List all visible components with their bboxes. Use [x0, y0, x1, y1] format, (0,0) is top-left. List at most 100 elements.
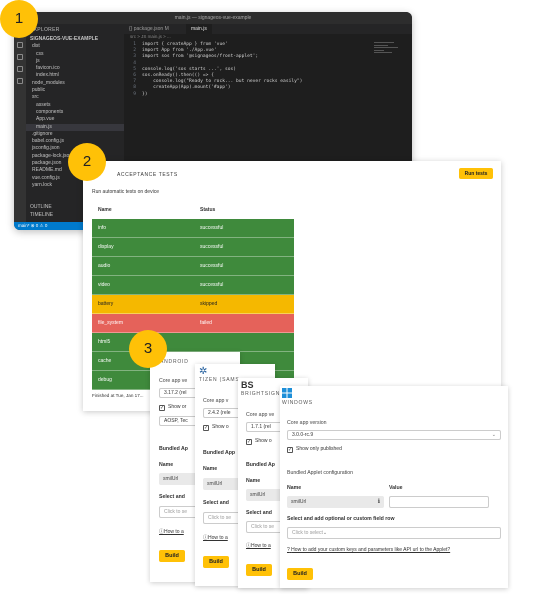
run-tests-button[interactable]: Run tests: [459, 168, 493, 179]
show-only-checkbox[interactable]: ✓ Show o: [203, 424, 229, 431]
table-header: Name Status: [92, 201, 294, 219]
build-button[interactable]: Build: [287, 568, 313, 580]
brightsign-logo-icon: BS: [241, 380, 254, 390]
file-tree-item[interactable]: css: [26, 51, 124, 58]
check-icon: ✓: [159, 405, 165, 411]
file-tree-item[interactable]: js: [26, 58, 124, 65]
test-status: successful: [200, 244, 224, 250]
bundled-applet-heading: Bundled App: [203, 450, 236, 456]
chevron-down-icon: ⌄: [322, 530, 328, 536]
acceptance-tests-panel: ACCEPTANCE TESTS Run tests Run automatic…: [83, 161, 501, 411]
core-app-label: Core app version: [287, 420, 327, 426]
name-label: Name: [159, 462, 174, 468]
outline-section[interactable]: OUTLINE: [26, 204, 52, 211]
check-icon: ✓: [287, 447, 293, 453]
build-button[interactable]: Build: [203, 556, 229, 568]
file-tree-item[interactable]: favicon.ico: [26, 65, 124, 72]
code-text: console.log('sos starts ...', sos): [142, 66, 237, 72]
select-label: Select and add optional or custom field …: [287, 516, 395, 522]
code-line[interactable]: 9}): [124, 92, 374, 98]
panel-title: ACCEPTANCE TESTS: [117, 172, 178, 178]
core-app-label: Core app ve: [159, 378, 188, 384]
table-row[interactable]: file_system failed: [92, 314, 294, 333]
window-title: main.js — signageos-vue-example: [14, 12, 412, 24]
file-tree-item[interactable]: babel.config.js: [26, 138, 124, 145]
file-tree-item[interactable]: node_modules: [26, 80, 124, 87]
windows-card: WINDOWS Core app version 3.0.0-rc.9 ⌄ ✓ Sh…: [280, 386, 508, 588]
file-tree-item[interactable]: .gitignore: [26, 131, 124, 138]
code-text: console.log("Ready to rock... but never …: [142, 79, 303, 85]
table-row[interactable]: display successful: [92, 238, 294, 257]
check-icon: ✓: [246, 439, 252, 445]
code-editor[interactable]: 1 import { createApp } from 'vue' 2 import …: [124, 42, 374, 98]
source-control-icon[interactable]: [17, 54, 23, 60]
show-only-checkbox[interactable]: ✓ Show or: [159, 404, 186, 411]
platform-name: BRIGHTSIGN: [241, 391, 281, 397]
extensions-icon[interactable]: [17, 78, 23, 84]
code-text: import { createApp } from 'vue': [142, 42, 228, 47]
test-status: successful: [200, 225, 224, 231]
project-root[interactable]: SIGNAGEOS-VUE-EXAMPLE: [26, 36, 124, 43]
column-name: Name: [98, 207, 112, 213]
windows-logo-icon: [282, 388, 292, 398]
value-label: Value: [389, 485, 403, 491]
file-tree-item[interactable]: public: [26, 87, 124, 94]
bundled-applet-heading: Bundled Applet configuration: [287, 470, 354, 476]
core-app-label: Core app v: [203, 398, 229, 404]
file-tree-item[interactable]: src: [26, 94, 124, 101]
show-only-checkbox[interactable]: ✓ Show o: [246, 438, 272, 445]
step-badge-3: 3: [129, 330, 167, 368]
tab-package-json[interactable]: {} package.json M: [124, 24, 174, 34]
test-name: cache: [98, 358, 112, 364]
name-label: Name: [203, 466, 218, 472]
file-tree-item[interactable]: index.html: [26, 72, 124, 79]
test-name: file_system: [98, 320, 124, 326]
tab-main-js[interactable]: main.js: [186, 24, 212, 34]
file-tree-item[interactable]: dist: [26, 43, 124, 50]
code-text: import App from './App.vue': [142, 48, 217, 54]
code-text: sos.onReady().then(() => {: [142, 72, 214, 78]
search-icon[interactable]: [17, 42, 23, 48]
run-icon[interactable]: [17, 66, 23, 72]
howto-link[interactable]: ⓘHow to a: [159, 528, 184, 535]
build-button[interactable]: Build: [159, 550, 185, 562]
field-select[interactable]: Click to select⌄: [287, 527, 501, 539]
timeline-section[interactable]: TIMELINE: [26, 212, 53, 219]
table-row[interactable]: info successful: [92, 219, 294, 238]
code-text: createApp(App).mount('#app'): [142, 85, 231, 91]
code-text: }): [142, 91, 148, 97]
howto-link[interactable]: ? How to add your custom keys and parame…: [287, 547, 450, 553]
activity-bar[interactable]: [14, 24, 26, 222]
editor-tabs: {} package.json M main.js: [124, 24, 412, 34]
howto-link[interactable]: ⓘHow to a: [203, 534, 228, 541]
file-tree-item[interactable]: main.js: [26, 123, 124, 131]
build-button[interactable]: Build: [246, 564, 272, 576]
table-row[interactable]: html5: [92, 333, 294, 352]
name-field[interactable]: smilUrl ℹ: [287, 496, 384, 508]
check-icon: ✓: [203, 425, 209, 431]
test-name: html5: [98, 339, 111, 345]
test-name: info: [98, 225, 107, 231]
file-tree-item[interactable]: assets: [26, 102, 124, 109]
minimap[interactable]: [374, 42, 404, 62]
panel-subtitle: Run automatic tests on device: [92, 189, 159, 195]
file-tree-item[interactable]: App.vue: [26, 116, 124, 123]
table-row[interactable]: video successful: [92, 276, 294, 295]
value-field[interactable]: [389, 496, 489, 508]
step-badge-2: 2: [68, 143, 106, 181]
table-row[interactable]: audio successful: [92, 257, 294, 276]
step-badge-1: 1: [0, 0, 38, 38]
core-app-select[interactable]: 3.0.0-rc.9 ⌄: [287, 430, 501, 440]
breadcrumb[interactable]: src > JS main.js > ...: [124, 34, 171, 39]
test-status: successful: [200, 263, 224, 269]
show-only-checkbox[interactable]: ✓ Show only published: [287, 446, 342, 453]
platform-name: ANDROID: [160, 359, 189, 365]
question-icon: ?: [287, 547, 290, 553]
finished-text: Finished at Tue, Jan 17...: [92, 393, 144, 398]
test-status: failed: [200, 320, 212, 326]
howto-link[interactable]: ⓘHow to a: [246, 542, 271, 549]
table-row[interactable]: battery skipped: [92, 295, 294, 314]
test-name: battery: [98, 301, 114, 307]
line-number: 9: [133, 91, 136, 97]
file-tree-item[interactable]: components: [26, 109, 124, 116]
